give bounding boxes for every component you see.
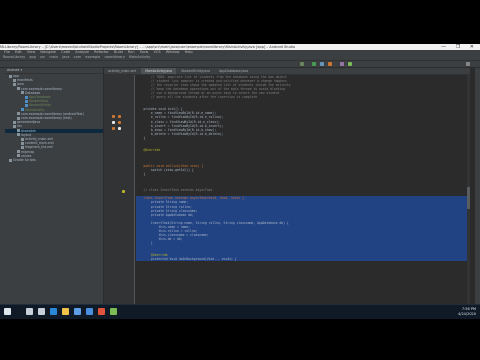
project-panel: Android ▾ app manifests java com.example.ro… — [5, 68, 104, 304]
project-tree: app manifests java com.example.roomlibrary D… — [5, 74, 103, 162]
folder-icon — [13, 78, 16, 82]
gutter-icon[interactable] — [118, 115, 121, 118]
make-project-icon[interactable] — [300, 62, 304, 66]
mail-icon[interactable] — [86, 308, 93, 315]
menu-run[interactable]: Run — [128, 50, 135, 54]
tree-item[interactable]: Gradle Scripts — [5, 158, 103, 162]
menu-view[interactable]: View — [27, 50, 35, 54]
code-line[interactable] — [136, 261, 470, 265]
windows-taskbar: 7:56 PM 4/24/2020 — [0, 304, 480, 319]
folder-icon — [21, 137, 24, 141]
folder-icon — [21, 145, 24, 149]
editor-gutter — [104, 75, 135, 304]
folder-icon — [17, 133, 20, 137]
tree-item-label: Gradle Scripts — [13, 158, 36, 163]
tray-date[interactable]: 4/24/2020 — [458, 312, 476, 317]
gutter-icon[interactable] — [112, 115, 115, 118]
breadcrumb-item[interactable]: com — [74, 55, 81, 59]
start-icon[interactable] — [4, 308, 11, 315]
window-title: MLLibrary/RoomLibrary – [C:\Users\moved\… — [0, 45, 296, 49]
code-area[interactable]: // TODO: populate list of students from … — [136, 75, 470, 304]
breadcrumb-item[interactable]: java — [62, 55, 69, 59]
search-icon[interactable] — [26, 308, 33, 315]
gutter-icon[interactable] — [118, 121, 121, 124]
scrollbar-thumb[interactable] — [467, 187, 470, 209]
menu-help[interactable]: Help — [185, 50, 193, 54]
menu-tools[interactable]: Tools — [140, 50, 149, 54]
run-icon[interactable] — [312, 62, 316, 66]
breadcrumb-item[interactable]: MainActivity — [129, 55, 150, 59]
gutter-icon[interactable] — [118, 127, 121, 130]
edge-icon[interactable] — [50, 308, 57, 315]
folder-icon — [17, 150, 20, 154]
task-view-icon[interactable] — [38, 308, 45, 315]
folder-icon — [9, 158, 12, 162]
folder-icon — [9, 74, 12, 78]
folder-icon — [17, 87, 20, 91]
menu-vcs[interactable]: VCS — [154, 50, 161, 54]
menu-edit[interactable]: Edit — [15, 50, 22, 54]
android-studio-icon[interactable] — [110, 308, 117, 315]
menu-code[interactable]: Code — [61, 50, 70, 54]
gutter-icon[interactable] — [112, 121, 115, 124]
right-tool-strip — [475, 68, 480, 304]
editor-scrollbar[interactable] — [467, 75, 470, 304]
search-everywhere-icon[interactable] — [466, 62, 470, 66]
main-toolbar — [0, 61, 480, 68]
breadcrumb-item[interactable]: RoomLibrary — [3, 55, 25, 59]
folder-icon — [17, 154, 20, 158]
file-explorer-icon[interactable] — [62, 308, 69, 315]
folder-icon — [13, 124, 16, 128]
gutter-icon[interactable] — [112, 127, 115, 130]
override-icon[interactable] — [122, 190, 125, 193]
folder-icon — [17, 116, 20, 120]
breadcrumb-item[interactable]: example — [85, 55, 100, 59]
profile-icon[interactable] — [328, 62, 332, 66]
tab-app-database[interactable]: AppDatabase.java — [215, 68, 252, 74]
menu-file[interactable]: File — [4, 50, 10, 54]
avd-manager-icon[interactable] — [340, 62, 344, 66]
class-icon — [25, 99, 28, 103]
editor-tabs: activity_main.xml MainActivity.java Stud… — [104, 68, 470, 75]
folder-icon — [13, 120, 16, 124]
folder-icon — [17, 112, 20, 116]
chrome-icon[interactable] — [98, 308, 105, 315]
store-icon[interactable] — [74, 308, 81, 315]
class-icon — [25, 95, 28, 99]
breadcrumb-item[interactable]: main — [49, 55, 58, 59]
menu-navigate[interactable]: Navigate — [40, 50, 56, 54]
class-icon — [25, 103, 28, 107]
folder-icon — [21, 91, 24, 95]
breadcrumb-item[interactable]: src — [40, 55, 45, 59]
debug-icon[interactable] — [320, 62, 324, 66]
system-tray: 7:56 PM 4/24/2020 — [458, 307, 476, 316]
breadcrumb-item[interactable]: roomlibrary — [104, 55, 124, 59]
ide-window: MLLibrary/RoomLibrary – [C:\Users\moved\… — [0, 44, 480, 318]
menu-refactor[interactable]: Refactor — [94, 50, 109, 54]
menu-build[interactable]: Build — [114, 50, 123, 54]
tab-student-entity[interactable]: StudentEntity.java — [177, 68, 214, 74]
menu-window[interactable]: Window — [166, 50, 180, 54]
tab-activity-main[interactable]: activity_main.xml — [104, 68, 140, 74]
menu-analyze[interactable]: Analyze — [75, 50, 89, 54]
folder-icon — [21, 141, 24, 145]
class-icon — [21, 108, 24, 112]
sdk-manager-icon[interactable] — [348, 62, 352, 66]
folder-icon — [13, 82, 16, 86]
code-editor: activity_main.xml MainActivity.java Stud… — [104, 68, 470, 304]
folder-icon — [17, 129, 20, 133]
breadcrumb-item[interactable]: app — [29, 55, 36, 59]
tab-main-activity[interactable]: MainActivity.java — [141, 68, 176, 74]
